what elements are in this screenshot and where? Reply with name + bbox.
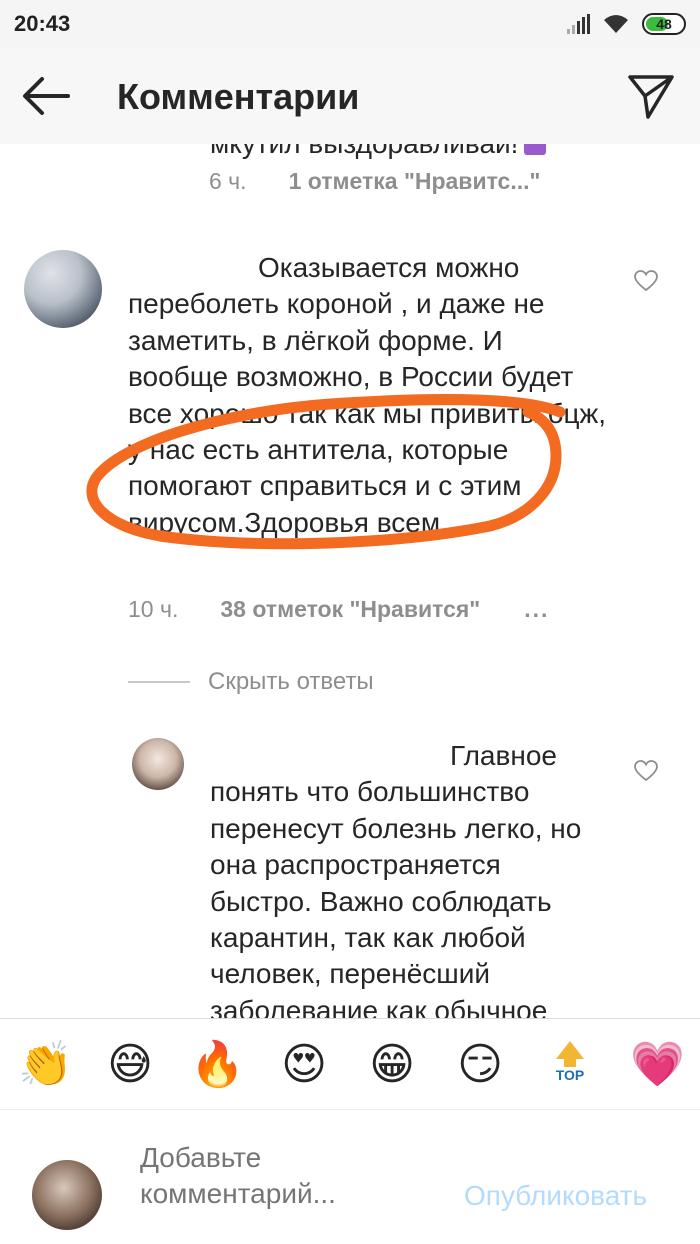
comment-clipped-text: мкутил выздоравливай! — [210, 144, 547, 160]
smirk-emoji-icon[interactable]: 😏 — [454, 1039, 506, 1091]
avatar[interactable] — [24, 250, 102, 328]
status-time: 20:43 — [14, 11, 71, 36]
emoji-badge-icon — [524, 144, 547, 155]
back-arrow-icon[interactable] — [20, 74, 72, 118]
grin-emoji-icon[interactable]: 😁 — [366, 1039, 418, 1091]
status-icons: 48 — [567, 13, 686, 35]
quick-emoji-bar: 👏 😅 🔥 😍 😁 😏 TOP 💗 — [0, 1018, 700, 1110]
comments-list[interactable]: мкутил выздоравливай! 6 ч. 1 отметка "Нр… — [0, 144, 700, 1018]
comment-input-bar: Опубликовать — [0, 1110, 700, 1244]
publish-button[interactable]: Опубликовать — [464, 1180, 647, 1212]
comment-likes-link[interactable]: 38 отметок "Нравится" — [220, 596, 480, 623]
fire-emoji-icon[interactable]: 🔥 — [190, 1039, 245, 1091]
comments-screen: 20:43 48 Комментарии 6 ч. 1 отметка "Нра… — [0, 0, 700, 1244]
app-header: Комментарии — [0, 48, 700, 144]
comment-input[interactable] — [140, 1140, 440, 1224]
heart-eyes-emoji-icon[interactable]: 😍 — [278, 1039, 330, 1091]
status-bar: 20:43 48 — [0, 0, 700, 48]
sweat-smile-emoji-icon[interactable]: 😅 — [104, 1039, 156, 1091]
page-title: Комментарии — [117, 76, 360, 117]
more-options-button[interactable]: ... — [524, 596, 549, 623]
hide-replies-label: Скрыть ответы — [208, 668, 374, 695]
comment-time: 10 ч. — [128, 596, 179, 622]
comment-likes-link[interactable]: 1 отметка "Нравитс..." — [289, 168, 541, 195]
comment-time: 6 ч. — [209, 168, 247, 194]
clapping-hands-emoji-icon[interactable]: 👏 — [18, 1039, 73, 1091]
like-heart-icon[interactable] — [634, 760, 658, 782]
comment-meta-row: 6 ч. 1 отметка "Нравитс..." — [209, 168, 540, 195]
battery-level: 48 — [656, 16, 672, 32]
top-emoji-label: TOP — [555, 1067, 585, 1083]
signal-icon — [567, 14, 590, 34]
reply-avatar[interactable] — [132, 738, 184, 790]
reply-body: Главное понять что большинство перенесут… — [210, 740, 582, 1018]
pink-heart-emoji-icon[interactable]: 💗 — [630, 1039, 685, 1091]
hide-replies-toggle[interactable]: Скрыть ответы — [128, 668, 374, 696]
wifi-icon — [604, 15, 628, 33]
comment-meta-row: 10 ч. 38 отметок "Нравится" ... — [128, 596, 549, 623]
current-user-avatar — [32, 1160, 102, 1230]
divider-line — [128, 681, 190, 683]
battery-icon: 48 — [642, 13, 686, 35]
top-arrow-emoji-icon[interactable]: TOP — [548, 1041, 592, 1089]
comment-body: Оказывается можно переболеть короной , и… — [128, 252, 607, 538]
direct-send-icon[interactable] — [626, 72, 676, 122]
like-heart-icon[interactable] — [634, 270, 658, 292]
